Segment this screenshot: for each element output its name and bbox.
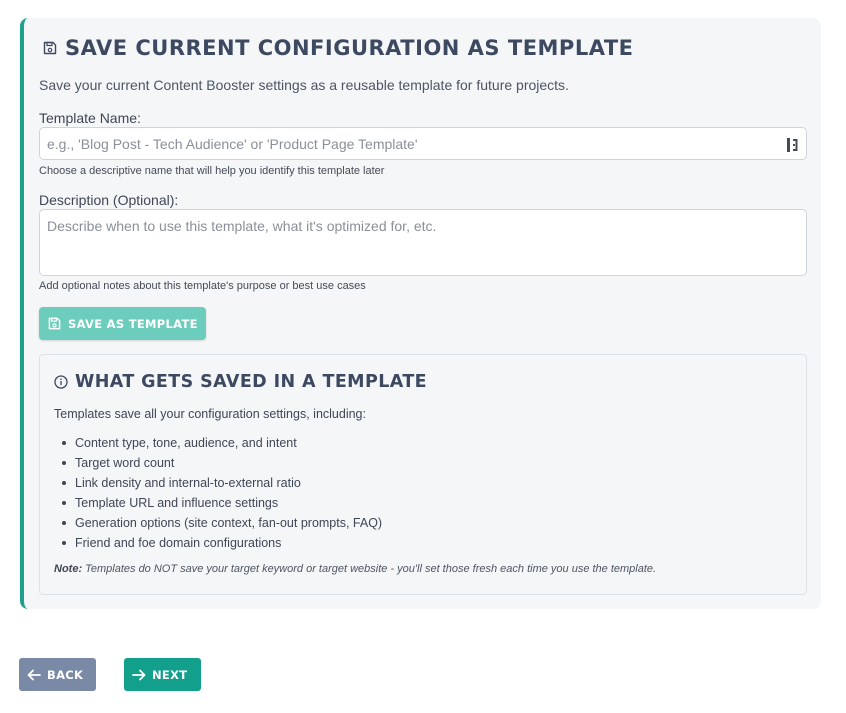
- arrow-left-icon: [27, 669, 41, 680]
- save-button-label: Save as Template: [68, 316, 198, 331]
- panel-intro: Save your current Content Booster settin…: [39, 77, 569, 93]
- note-text: Templates do NOT save your target keywor…: [82, 563, 657, 575]
- info-box: What Gets Saved in a Template Templates …: [39, 354, 807, 595]
- description-helper: Add optional notes about this template's…: [39, 280, 366, 292]
- next-button-label: Next: [152, 667, 188, 682]
- back-button-label: Back: [47, 667, 84, 682]
- save-as-template-button[interactable]: Save as Template: [39, 307, 206, 340]
- floppy-disk-icon: [43, 41, 57, 55]
- note-label: Note:: [54, 563, 83, 575]
- template-name-helper: Choose a descriptive name that will help…: [39, 165, 385, 177]
- panel-header: Save Current Configuration as Template: [43, 36, 634, 60]
- info-intro: Templates save all your configuration se…: [54, 407, 366, 421]
- info-header: What Gets Saved in a Template: [54, 372, 427, 392]
- arrow-right-icon: [132, 669, 146, 680]
- description-label: Description (Optional):: [39, 192, 179, 208]
- floppy-disk-icon: [48, 317, 61, 330]
- password-manager-icon[interactable]: [787, 138, 799, 152]
- info-title: What Gets Saved in a Template: [75, 372, 428, 392]
- list-item: Template URL and influence settings: [61, 493, 382, 513]
- back-button[interactable]: Back: [19, 658, 96, 691]
- save-template-panel: Save Current Configuration as Template S…: [20, 18, 821, 609]
- list-item: Friend and foe domain configurations: [61, 533, 382, 553]
- next-button[interactable]: Next: [124, 658, 201, 691]
- list-item: Generation options (site context, fan-ou…: [61, 513, 382, 533]
- info-note: Note: Templates do NOT save your target …: [54, 563, 656, 575]
- description-textarea[interactable]: [39, 209, 807, 276]
- info-circle-icon: [54, 375, 68, 389]
- list-item: Target word count: [61, 453, 382, 473]
- info-list: Content type, tone, audience, and intent…: [61, 433, 382, 553]
- list-item: Content type, tone, audience, and intent: [61, 433, 382, 453]
- template-name-label: Template Name:: [39, 110, 141, 126]
- template-name-input[interactable]: [39, 127, 807, 160]
- page-title: Save Current Configuration as Template: [65, 36, 634, 60]
- list-item: Link density and internal-to-external ra…: [61, 473, 382, 493]
